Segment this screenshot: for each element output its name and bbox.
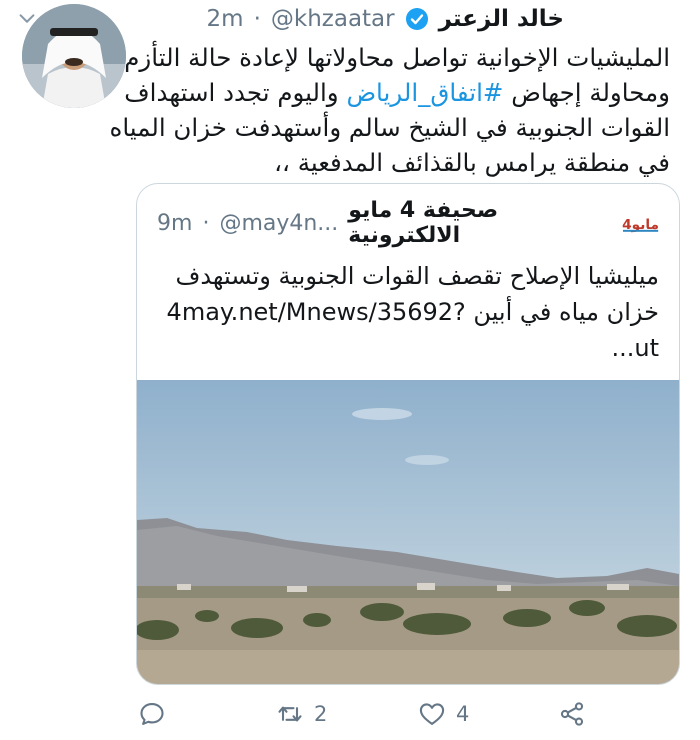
quoted-author-name[interactable]: صحيفة 4 مايو الالكترونية [348,198,612,248]
tweet-header: خالد الزعتر @khzaatar · 2m [20,2,564,36]
quoted-link[interactable]: 4may.net/Mnews/35692? [167,298,466,326]
like-count: 4 [456,702,470,726]
quoted-handle[interactable]: @may4n... [219,211,338,236]
quoted-line-2-text: خزان مياه في أبين [473,298,659,326]
verified-badge-icon [405,8,428,30]
quoted-photo[interactable] [137,380,679,684]
reply-button[interactable] [138,700,176,728]
tweet-line-4: في منطقة يرامس بالقذائف المدفعية ،، [274,148,670,177]
quoted-tweet-card[interactable]: 4مايو صحيفة 4 مايو الالكترونية @may4n...… [136,183,680,685]
tweet-line-1: المليشيات الإخوانية تواصل محاولاتها لإعا… [124,43,670,72]
quoted-line-1: ميليشيا الإصلاح تقصف القوات الجنوبية وتس… [175,262,659,290]
publisher-logo-icon: 4مايو [622,217,659,233]
quoted-header: 4مايو صحيفة 4 مايو الالكترونية @may4n...… [157,198,659,248]
tweet-timestamp[interactable]: 2m [207,6,244,32]
author-name[interactable]: خالد الزعتر [439,6,564,32]
tweet-line-3: القوات الجنوبية في الشيخ سالم وأستهدفت خ… [109,113,671,142]
tweet-action-bar: 2 4 [0,700,700,740]
like-icon [419,703,445,725]
tweet-text: المليشيات الإخوانية تواصل محاولاتها لإعا… [18,40,671,180]
quoted-separator: · [202,210,210,236]
tweet-line-2-rest: واليوم تجدد استهداف [124,78,339,107]
quoted-timestamp[interactable]: 9m [157,211,192,236]
retweet-icon [278,706,302,722]
quoted-text: ميليشيا الإصلاح تقصف القوات الجنوبية وتس… [157,258,659,366]
like-button[interactable]: 4 [418,700,469,728]
quoted-line-2: خزان مياه في أبين 4may.net/Mnews/35692? [157,294,659,330]
share-button[interactable] [558,700,586,728]
tweet-line-2: ومحاولة إجهاض #اتفاق_الرياض واليوم تجدد … [18,75,670,110]
reply-icon [140,703,164,725]
tweet-line-2-text: ومحاولة إجهاض [511,78,670,107]
hashtag-link[interactable]: #اتفاق_الرياض [346,78,503,107]
author-handle[interactable]: @khzaatar [271,6,395,32]
share-icon [560,702,584,726]
retweet-button[interactable]: 2 [276,700,327,728]
separator-dot: · [253,6,261,32]
quoted-line-3: ut... [611,334,659,362]
retweet-count: 2 [314,702,328,726]
chevron-down-icon[interactable] [16,8,38,30]
